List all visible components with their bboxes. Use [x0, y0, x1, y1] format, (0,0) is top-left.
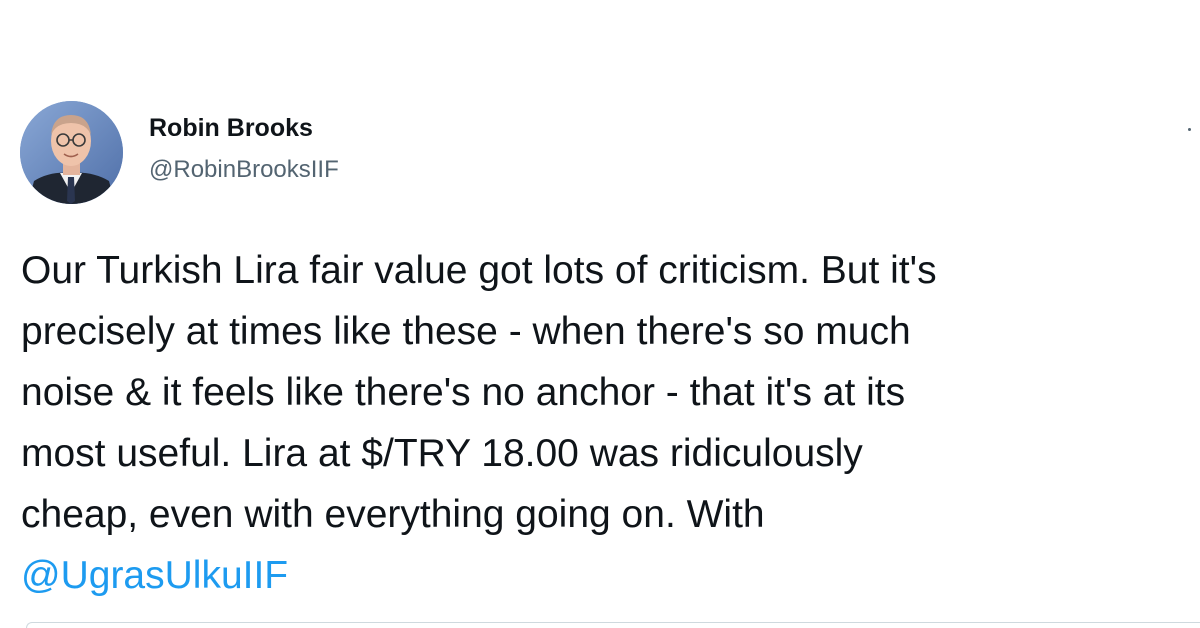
author-handle[interactable]: @RobinBrooksIIF: [149, 156, 339, 184]
tweet-text-line: noise & it feels like there's no anchor …: [21, 371, 906, 414]
tweet-text-line: Our Turkish Lira fair value got lots of …: [21, 249, 937, 292]
quoted-content-border: [26, 622, 1200, 628]
avatar-photo: [20, 101, 123, 204]
author-avatar[interactable]: [20, 101, 123, 204]
tweet-text-line: most useful. Lira at $/TRY 18.00 was rid…: [21, 432, 863, 475]
tweet-card: Robin Brooks @RobinBrooksIIF Our Turkish…: [0, 0, 1200, 628]
tweet-text: Our Turkish Lira fair value got lots of …: [21, 240, 1199, 606]
author-name[interactable]: Robin Brooks: [149, 114, 313, 143]
tweet-text-line: precisely at times like these - when the…: [21, 310, 911, 353]
mention-link[interactable]: @UgrasUlkuIIF: [21, 545, 1199, 606]
tweet-text-line: cheap, even with everything going on. Wi…: [21, 493, 765, 536]
more-options-icon[interactable]: [1186, 122, 1200, 136]
